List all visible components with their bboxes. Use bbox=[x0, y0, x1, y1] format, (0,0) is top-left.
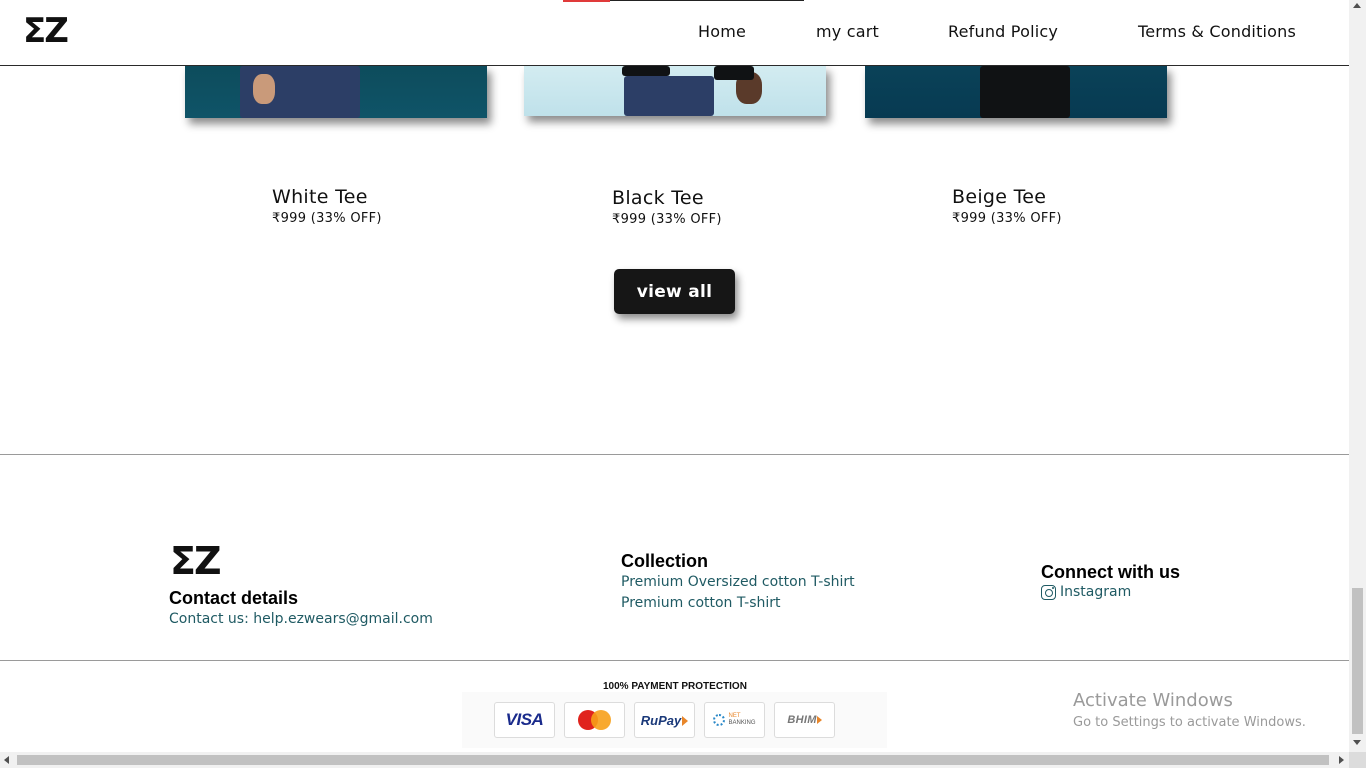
activate-windows-title: Activate Windows bbox=[1073, 690, 1233, 711]
product-name[interactable]: White Tee bbox=[272, 186, 368, 208]
product-price: ₹999 (33% OFF) bbox=[952, 211, 1062, 226]
scroll-down-arrow-icon[interactable] bbox=[1353, 740, 1361, 745]
visa-card-icon: VISA bbox=[494, 702, 555, 738]
nav-home-link[interactable]: Home bbox=[698, 22, 746, 41]
bhim-icon: BHIM bbox=[774, 702, 835, 738]
brand-logo[interactable]: ΣZ bbox=[23, 12, 69, 50]
product-image-beige-tee[interactable] bbox=[865, 66, 1167, 118]
mastercard-circles bbox=[577, 710, 612, 730]
pants-graphic bbox=[980, 66, 1070, 118]
hand-graphic bbox=[253, 74, 275, 104]
netbanking-line2: BANKING bbox=[728, 720, 756, 726]
jeans-graphic bbox=[624, 76, 714, 116]
shirt-graphic bbox=[622, 66, 670, 76]
horizontal-scroll-thumb[interactable] bbox=[17, 755, 1329, 765]
scroll-left-arrow-icon[interactable] bbox=[4, 756, 9, 764]
page: ΣZ Home my cart Refund Policy Terms & Co… bbox=[0, 0, 1366, 768]
rupay-label: RuPay bbox=[640, 712, 682, 728]
collection-link-oversized[interactable]: Premium Oversized cotton T-shirt bbox=[621, 574, 855, 590]
bhim-label: BHIM bbox=[787, 714, 817, 726]
view-all-button[interactable]: view all bbox=[614, 269, 735, 314]
scrollbar-corner bbox=[1349, 752, 1366, 768]
scroll-up-arrow-icon[interactable] bbox=[1353, 3, 1361, 8]
sleeve-graphic bbox=[714, 66, 754, 80]
payment-protection-title: 100% PAYMENT PROTECTION bbox=[603, 681, 747, 692]
instagram-label: Instagram bbox=[1060, 584, 1132, 600]
scroll-right-arrow-icon[interactable] bbox=[1339, 756, 1344, 764]
site-header: ΣZ Home my cart Refund Policy Terms & Co… bbox=[0, 0, 1349, 66]
footer-logo: ΣZ bbox=[170, 539, 221, 583]
contact-heading: Contact details bbox=[169, 588, 299, 608]
product-name[interactable]: Black Tee bbox=[612, 187, 704, 209]
collection-link-cotton[interactable]: Premium cotton T-shirt bbox=[621, 595, 781, 611]
product-image-white-tee[interactable] bbox=[185, 66, 487, 118]
nav-terms-link[interactable]: Terms & Conditions bbox=[1138, 22, 1296, 41]
instagram-link[interactable]: Instagram bbox=[1041, 584, 1131, 600]
footer-divider bbox=[0, 454, 1349, 455]
netbanking-sun-icon bbox=[713, 714, 726, 726]
rupay-icon: RuPay bbox=[634, 702, 695, 738]
mastercard-icon bbox=[564, 702, 625, 738]
contact-email-link[interactable]: Contact us: help.ezwears@gmail.com bbox=[169, 611, 433, 627]
netbanking-line1: NET bbox=[728, 713, 741, 719]
activate-windows-subtitle: Go to Settings to activate Windows. bbox=[1073, 715, 1306, 730]
product-name[interactable]: Beige Tee bbox=[952, 186, 1046, 208]
vertical-scroll-thumb[interactable] bbox=[1352, 588, 1363, 734]
product-price: ₹999 (33% OFF) bbox=[272, 211, 382, 226]
instagram-icon bbox=[1041, 584, 1056, 600]
nav-refund-policy-link[interactable]: Refund Policy bbox=[948, 22, 1058, 41]
visa-label: VISA bbox=[505, 710, 544, 729]
payment-divider bbox=[0, 660, 1349, 661]
top-strip-accent bbox=[563, 0, 610, 2]
product-image-black-tee[interactable] bbox=[524, 66, 826, 116]
netbanking-icon: NET BANKING bbox=[704, 702, 765, 738]
product-price: ₹999 (33% OFF) bbox=[612, 212, 722, 227]
collection-heading: Collection bbox=[621, 551, 709, 571]
connect-heading: Connect with us bbox=[1041, 562, 1180, 582]
nav-cart-link[interactable]: my cart bbox=[816, 22, 879, 41]
